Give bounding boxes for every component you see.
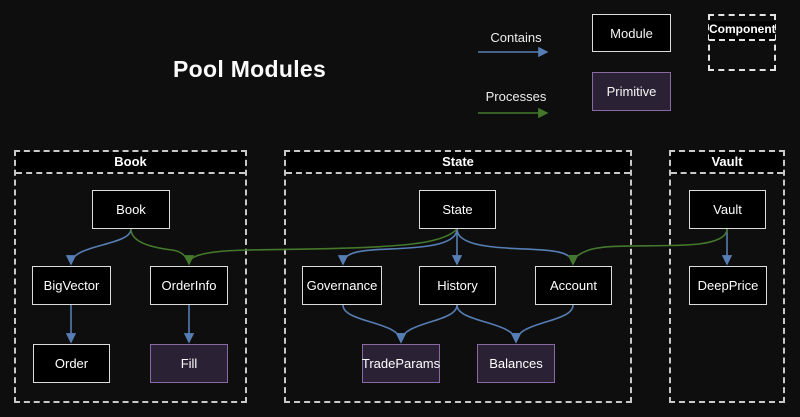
page-title: Pool Modules <box>173 56 326 83</box>
legend-component-swatch: Component <box>708 14 776 71</box>
node-balances: Balances <box>477 344 555 383</box>
legend-module-swatch: Module <box>592 14 671 52</box>
node-book: Book <box>92 190 170 229</box>
node-history: History <box>419 266 496 305</box>
node-bigvector: BigVector <box>32 266 111 305</box>
container-state-label: State <box>286 152 630 174</box>
legend-processes-label: Processes <box>476 89 556 104</box>
node-state: State <box>419 190 496 229</box>
legend-contains-label: Contains <box>476 30 556 45</box>
node-deepprice: DeepPrice <box>689 266 767 305</box>
container-vault-label: Vault <box>671 152 783 174</box>
legend-module-label: Module <box>610 26 653 41</box>
legend-component-label: Component <box>709 21 775 41</box>
node-orderinfo: OrderInfo <box>150 266 228 305</box>
container-book-label: Book <box>16 152 245 174</box>
pool-modules-diagram: Pool Modules Contains Processes Module P… <box>0 0 800 417</box>
node-order: Order <box>33 344 110 383</box>
node-tradeparams: TradeParams <box>362 344 440 383</box>
node-fill: Fill <box>150 344 228 383</box>
legend-primitive-swatch: Primitive <box>592 72 671 111</box>
node-account: Account <box>535 266 612 305</box>
node-governance: Governance <box>302 266 382 305</box>
node-vault: Vault <box>689 190 766 229</box>
legend-primitive-label: Primitive <box>607 84 657 99</box>
